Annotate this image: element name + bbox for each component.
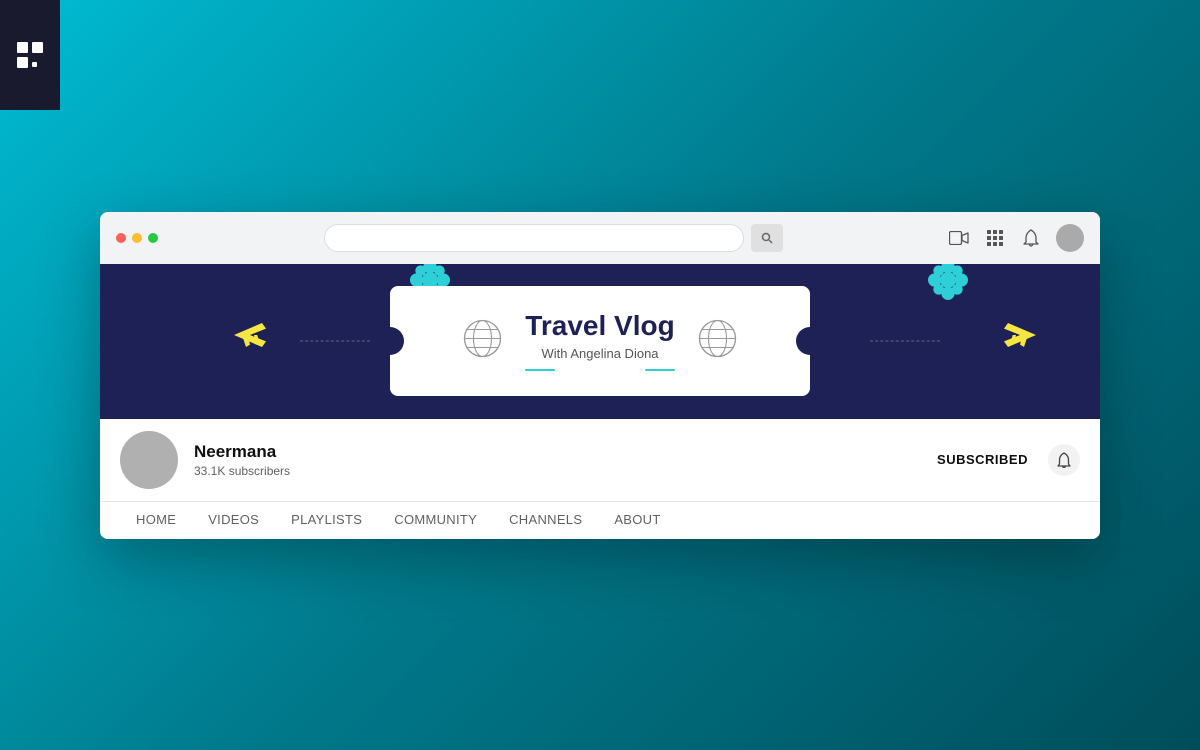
deco-dashed-left bbox=[300, 341, 370, 342]
nav-tab-channels[interactable]: CHANNELS bbox=[493, 502, 598, 539]
channel-left-section: Neermana 33.1K subscribers bbox=[120, 431, 290, 489]
nav-tab-videos[interactable]: VIDEOS bbox=[192, 502, 275, 539]
nav-tab-playlists[interactable]: PLAYLISTS bbox=[275, 502, 378, 539]
minimize-dot[interactable] bbox=[132, 233, 142, 243]
yt-toolbar-icons bbox=[948, 224, 1084, 252]
globe-icon-right bbox=[695, 316, 740, 366]
notification-bell-icon[interactable] bbox=[1020, 227, 1042, 249]
channel-title: Travel Vlog bbox=[525, 311, 674, 342]
close-dot[interactable] bbox=[116, 233, 126, 243]
subscribed-button[interactable]: SUBSCRIBED bbox=[927, 446, 1038, 473]
search-icon bbox=[761, 232, 773, 244]
address-bar[interactable] bbox=[324, 224, 744, 252]
channel-banner: Travel Vlog With Angelina Diona bbox=[100, 264, 1100, 419]
nav-tab-home[interactable]: HOME bbox=[120, 502, 192, 539]
globe-icon-left bbox=[460, 316, 505, 366]
airplane-right-decoration bbox=[1000, 319, 1040, 358]
apps-icon[interactable] bbox=[984, 227, 1006, 249]
ticket-text: Travel Vlog With Angelina Diona bbox=[525, 311, 674, 371]
channel-details: Neermana 33.1K subscribers bbox=[194, 442, 290, 478]
ticket-banner: Travel Vlog With Angelina Diona bbox=[390, 286, 810, 396]
channel-name: Neermana bbox=[194, 442, 290, 462]
browser-window: Travel Vlog With Angelina Diona bbox=[100, 212, 1100, 539]
channel-info-bar: Neermana 33.1K subscribers SUBSCRIBED bbox=[100, 419, 1100, 501]
nav-tab-community[interactable]: COMMUNITY bbox=[378, 502, 493, 539]
video-camera-icon[interactable] bbox=[948, 227, 970, 249]
logo-box bbox=[0, 0, 60, 110]
maximize-dot[interactable] bbox=[148, 233, 158, 243]
channel-avatar bbox=[120, 431, 178, 489]
user-avatar[interactable] bbox=[1056, 224, 1084, 252]
airplane-left-decoration bbox=[230, 319, 270, 358]
nav-tab-about[interactable]: ABOUT bbox=[598, 502, 676, 539]
channel-right-section: SUBSCRIBED bbox=[927, 444, 1080, 476]
logo-icon bbox=[15, 40, 45, 70]
channel-subscribers: 33.1K subscribers bbox=[194, 464, 290, 478]
channel-navigation: HOME VIDEOS PLAYLISTS COMMUNITY CHANNELS… bbox=[100, 501, 1100, 539]
flower-decoration-right bbox=[928, 264, 968, 309]
channel-subtitle: With Angelina Diona bbox=[525, 346, 674, 361]
search-button[interactable] bbox=[751, 224, 783, 252]
deco-dashed-right bbox=[870, 341, 940, 342]
subscribe-bell-icon[interactable] bbox=[1048, 444, 1080, 476]
browser-controls bbox=[116, 233, 158, 243]
browser-toolbar bbox=[100, 212, 1100, 264]
